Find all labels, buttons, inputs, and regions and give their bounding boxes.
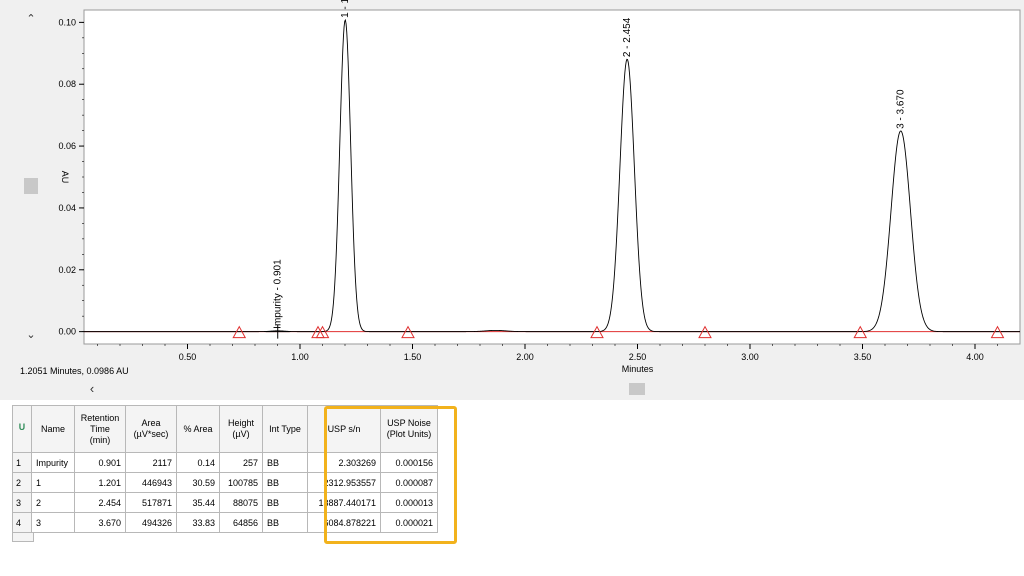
col-pct-area[interactable]: % Area: [176, 405, 220, 453]
cell-pct-area: 30.59: [176, 472, 220, 493]
cell-usp-sn: 2312.953557: [307, 472, 381, 493]
cell-area: 517871: [125, 492, 177, 513]
cell-int-type: BB: [262, 492, 308, 513]
peak-label: 2 - 2.454: [622, 17, 633, 57]
x-axis-label: Minutes: [622, 364, 654, 374]
col-usp-noise[interactable]: USP Noise (Plot Units): [380, 405, 438, 453]
x-tick-label: 2.50: [629, 352, 647, 362]
cell-rt: 1.201: [74, 472, 126, 493]
x-tick-label: 0.50: [179, 352, 197, 362]
cell-pct-area: 35.44: [176, 492, 220, 513]
x-tick-label: 3.50: [854, 352, 872, 362]
col-int-type[interactable]: Int Type: [262, 405, 308, 453]
x-tick-label: 1.00: [291, 352, 309, 362]
integration-icon[interactable]: ᵁ: [12, 405, 32, 453]
cell-height: 64856: [219, 512, 263, 533]
cell-rt: 0.901: [74, 452, 126, 473]
table-row[interactable]: 2 1 1.201 446943 30.59 100785 BB 2312.953557 0.0…: [12, 472, 438, 493]
cell-name: Impurity: [31, 452, 75, 473]
cell-name: 3: [31, 512, 75, 533]
table-row[interactable]: 4 3 3.670 494326 33.83 64856 BB 6084.878221 0.00…: [12, 512, 438, 533]
cell-rt: 3.670: [74, 512, 126, 533]
cell-area: 446943: [125, 472, 177, 493]
y-tick-label: 0.04: [58, 203, 76, 213]
cell-usp-noise: 0.000087: [380, 472, 438, 493]
chromatogram-plot[interactable]: 0.00 0.02 0.04 0.06 0.08 0.10 0.50 1.00 1.50 2.00…: [0, 0, 1024, 380]
col-retention-time[interactable]: Retention Time (min): [74, 405, 126, 453]
row-number[interactable]: 4: [12, 512, 32, 533]
plot-area: [83, 9, 1021, 345]
row-number[interactable]: 1: [12, 452, 32, 473]
cell-usp-noise: 0.000021: [380, 512, 438, 533]
col-height[interactable]: Height (µV): [219, 405, 263, 453]
y-tick-label: 0.00: [58, 327, 76, 337]
y-axis-label: AU: [60, 171, 70, 184]
x-tick-label: 1.50: [404, 352, 422, 362]
cell-int-type: BB: [262, 512, 308, 533]
x-tick-label: 4.00: [966, 352, 984, 362]
col-usp-sn[interactable]: USP s/n: [307, 405, 381, 453]
cell-height: 88075: [219, 492, 263, 513]
col-name[interactable]: Name: [31, 405, 75, 453]
y-tick-label: 0.02: [58, 265, 76, 275]
x-tick-label: 2.00: [516, 352, 534, 362]
cell-area: 494326: [125, 512, 177, 533]
row-number[interactable]: 2: [12, 472, 32, 493]
cell-usp-sn: 13887.440171: [307, 492, 381, 513]
peak-table: ᵁ Name Retention Time (min) Area (µV*sec…: [12, 405, 438, 542]
cell-name: 1: [31, 472, 75, 493]
cell-usp-noise: 0.000013: [380, 492, 438, 513]
y-tick-label: 0.08: [58, 79, 76, 89]
cell-usp-noise: 0.000156: [380, 452, 438, 473]
cell-height: 100785: [219, 472, 263, 493]
peak-label: 3 - 3.670: [896, 89, 907, 129]
cell-usp-sn: 6084.878221: [307, 512, 381, 533]
row-number[interactable]: 3: [12, 492, 32, 513]
cell-usp-sn: 2.303269: [307, 452, 381, 473]
cell-int-type: BB: [262, 472, 308, 493]
cell-int-type: BB: [262, 452, 308, 473]
cell-pct-area: 0.14: [176, 452, 220, 473]
horizontal-scrollbar[interactable]: ‹: [84, 381, 1024, 397]
horizontal-scroll-thumb[interactable]: [629, 383, 645, 395]
table-row[interactable]: 3 2 2.454 517871 35.44 88075 BB 13887.440171 0.0…: [12, 492, 438, 513]
y-tick-label: 0.06: [58, 141, 76, 151]
cell-rt: 2.454: [74, 492, 126, 513]
cursor-readout: 1.2051 Minutes, 0.0986 AU: [20, 366, 129, 376]
col-area[interactable]: Area (µV*sec): [125, 405, 177, 453]
cell-pct-area: 33.83: [176, 512, 220, 533]
table-row[interactable]: 1 Impurity 0.901 2117 0.14 257 BB 2.303269 0.000…: [12, 452, 438, 473]
cell-area: 2117: [125, 452, 177, 473]
cell-height: 257: [219, 452, 263, 473]
y-tick-label: 0.10: [58, 17, 76, 27]
chromatogram-panel: ⌃ ⌄ 0.00 0.02 0.04 0.06 0.08 0.10 0.50 1.00 1.50…: [0, 0, 1024, 400]
cell-name: 2: [31, 492, 75, 513]
peak-label: 1 - 1.201: [340, 0, 351, 18]
x-tick-label: 3.00: [741, 352, 759, 362]
chevron-left-icon[interactable]: ‹: [84, 381, 100, 397]
peak-label: Impurity - 0.901: [273, 259, 284, 329]
